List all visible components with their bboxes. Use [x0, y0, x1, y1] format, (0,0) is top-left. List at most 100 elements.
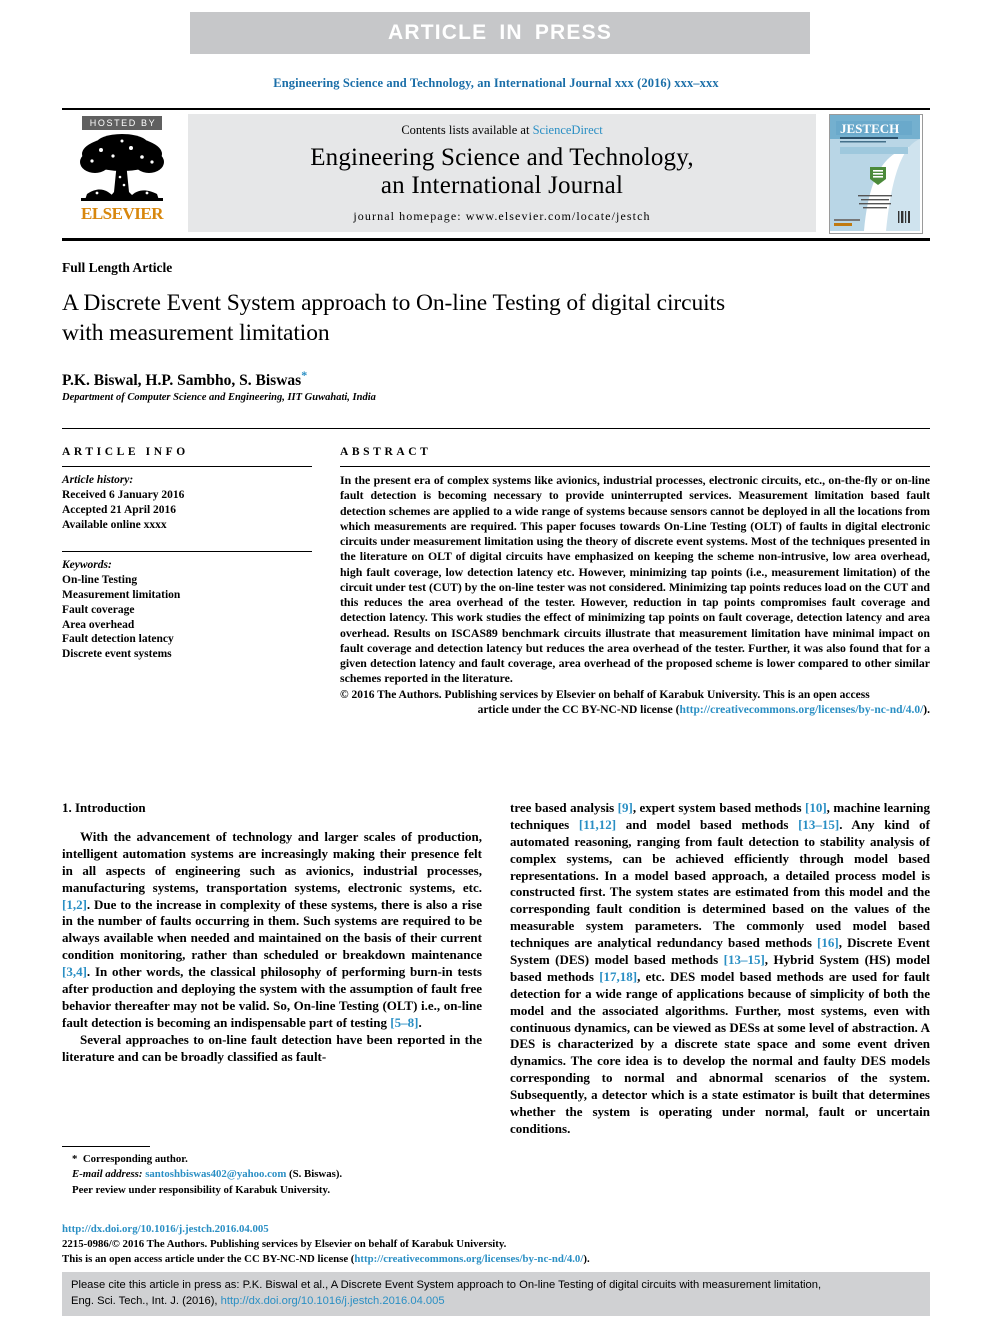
intro-p1-part-a: With the advancement of technology and l… [62, 829, 482, 895]
page-title: A Discrete Event System approach to On-l… [62, 290, 726, 347]
elsevier-wordmark: ELSEVIER [81, 204, 163, 223]
intro-p1-part-b: . Due to the increase in complexity of t… [62, 896, 482, 963]
intro-p1-part-d: . [418, 1014, 422, 1030]
corresponding-author-text: Corresponding author. [82, 1153, 188, 1165]
article-info-heading: ARTICLE INFO [62, 446, 189, 458]
publication-block: http://dx.doi.org/10.1016/j.jestch.2016.… [62, 1222, 702, 1267]
journal-article-page: ARTICLE IN PRESS Engineering Science and… [0, 0, 992, 1323]
corresponding-author-marker: * [301, 368, 308, 382]
journal-title-line-2: an International Journal [380, 171, 624, 199]
hosted-by-badge: HOSTED BY [81, 116, 163, 130]
journal-masthead: HOSTED BY ELSEVIER Contents lists availa… [62, 108, 930, 241]
citation-ref[interactable]: [3,4] [62, 964, 87, 979]
cite-text: Please cite this article in press as: P.… [71, 1278, 921, 1310]
sciencedirect-link[interactable]: ScienceDirect [533, 123, 603, 137]
keyword-item: Area overhead [62, 618, 135, 631]
keyword-item: On-line Testing [62, 573, 138, 586]
cc-license-link-footer[interactable]: http://creativecommons.org/licenses/by-n… [354, 1253, 583, 1265]
intro-r-part-h: , etc. DES model based methods are used … [510, 968, 930, 1136]
license-suffix: ). [923, 703, 930, 716]
author-list: P.K. Biswal, H.P. Sambho, S. Biswas* [62, 368, 307, 390]
contents-lists-line: Contents lists available at ScienceDirec… [401, 123, 602, 138]
body-column-right: tree based analysis [9], expert system b… [510, 800, 930, 1138]
journal-title: Engineering Science and Technology, an I… [310, 144, 694, 200]
history-item: Available online xxxx [62, 518, 167, 531]
email-note: E-mail address: santoshbiswas402@yahoo.c… [62, 1167, 492, 1182]
article-in-press-label: ARTICLE IN PRESS [387, 21, 613, 44]
intro-paragraph-2-continued: tree based analysis [9], expert system b… [510, 800, 930, 1138]
keyword-item: Discrete event systems [62, 648, 172, 661]
citation-ref[interactable]: [13–15] [798, 817, 839, 832]
contents-lists-prefix: Contents lists available at [401, 122, 533, 137]
license-prefix: article under the CC BY-NC-ND license ( [477, 703, 680, 716]
author-affiliation: Department of Computer Science and Engin… [62, 392, 376, 403]
article-info-column: ARTICLE INFO Article history: Received 6… [62, 446, 312, 662]
license-line-suffix: ). [583, 1252, 590, 1265]
intro-r-part-d: and model based methods [616, 816, 799, 832]
intro-r-part-e: . Any kind of automated reasoning, rangi… [510, 816, 931, 951]
copyright-line-2: article under the CC BY-NC-ND license (h… [340, 703, 930, 718]
body-column-left: 1. Introduction With the advancement of … [62, 800, 482, 1065]
article-info-rule-1 [62, 466, 312, 467]
intro-r-part-a: tree based analysis [510, 800, 618, 815]
issn-copyright-line: 2215-0986/© 2016 The Authors. Publishing… [62, 1237, 507, 1250]
intro-r-part-b: , expert system based methods [632, 800, 805, 815]
masthead-right: JESTECH [822, 110, 930, 238]
elsevier-tree-icon [79, 132, 165, 204]
history-item: Received 6 January 2016 [62, 488, 185, 501]
abstract-column: ABSTRACT In the present era of complex s… [340, 446, 930, 718]
cite-doi-link[interactable]: http://dx.doi.org/10.1016/j.jestch.2016.… [221, 1295, 445, 1307]
citation-ref[interactable]: [1,2] [62, 897, 87, 912]
abstract-copyright: © 2016 The Authors. Publishing services … [340, 688, 930, 718]
publisher-block: HOSTED BY ELSEVIER [62, 110, 182, 238]
article-type-label: Full Length Article [62, 260, 173, 275]
email-link[interactable]: santoshbiswas402@yahoo.com [145, 1168, 286, 1180]
article-info-rule-2 [62, 550, 312, 552]
article-in-press-banner: ARTICLE IN PRESS [190, 12, 810, 54]
intro-paragraph-1: With the advancement of technology and l… [62, 829, 482, 1032]
abstract-heading: ABSTRACT [340, 446, 432, 458]
copyright-line-1: © 2016 The Authors. Publishing services … [340, 688, 870, 701]
journal-cover-thumbnail: JESTECH [829, 114, 923, 234]
abstract-rule [340, 466, 930, 467]
citation-ref[interactable]: [11,12] [579, 817, 616, 832]
email-label: E-mail address: [72, 1168, 143, 1181]
keyword-item: Fault detection latency [62, 633, 174, 646]
cc-license-link[interactable]: http://creativecommons.org/licenses/by-n… [679, 704, 923, 716]
keywords-block: Keywords: On-line Testing Measurement li… [62, 558, 312, 663]
doi-link[interactable]: http://dx.doi.org/10.1016/j.jestch.2016.… [62, 1222, 702, 1237]
journal-homepage-line[interactable]: journal homepage: www.elsevier.com/locat… [353, 209, 650, 224]
license-line-prefix: This is an open access article under the… [62, 1252, 355, 1265]
keyword-item: Fault coverage [62, 603, 135, 616]
email-owner: (S. Biswas). [289, 1168, 343, 1181]
citation-ref[interactable]: [10] [805, 800, 827, 815]
corresponding-author-note: * Corresponding author. [62, 1152, 492, 1167]
asterisk-icon: * [72, 1153, 78, 1165]
citation-ref[interactable]: [16] [817, 935, 839, 950]
license-line: This is an open access article under the… [62, 1252, 702, 1267]
svg-text:JESTECH: JESTECH [840, 121, 899, 136]
abstract-body: In the present era of complex systems li… [340, 473, 930, 686]
citation-ref[interactable]: [9] [618, 800, 633, 815]
masthead-center: Contents lists available at ScienceDirec… [188, 114, 816, 232]
citation-ref[interactable]: [17,18] [599, 969, 637, 984]
cite-line-2-prefix: Eng. Sci. Tech., Int. J. (2016), [71, 1294, 221, 1307]
footnote-rule [62, 1146, 150, 1147]
please-cite-box: Please cite this article in press as: P.… [62, 1272, 930, 1316]
citation-ref[interactable]: [13–15] [724, 952, 765, 967]
article-history-label: Article history: [62, 474, 134, 486]
info-band-top-rule [62, 428, 930, 429]
author-names: P.K. Biswal, H.P. Sambho, S. Biswas [62, 372, 302, 390]
footnote-block: * Corresponding author. E-mail address: … [62, 1152, 492, 1198]
article-history-block: Article history: Received 6 January 2016… [62, 473, 312, 533]
keywords-label: Keywords: [62, 558, 112, 571]
peer-review-note: Peer review under responsibility of Kara… [72, 1183, 331, 1196]
section-heading-introduction: 1. Introduction [62, 800, 146, 815]
journal-title-line-1: Engineering Science and Technology, [310, 143, 694, 171]
citation-ref[interactable]: [5–8] [390, 1015, 418, 1030]
cite-line-2: Eng. Sci. Tech., Int. J. (2016), http://… [71, 1294, 921, 1310]
keyword-item: Measurement limitation [62, 588, 181, 601]
intro-paragraph-2: Several approaches to on-line fault dete… [62, 1031, 482, 1064]
running-head: Engineering Science and Technology, an I… [273, 76, 719, 90]
